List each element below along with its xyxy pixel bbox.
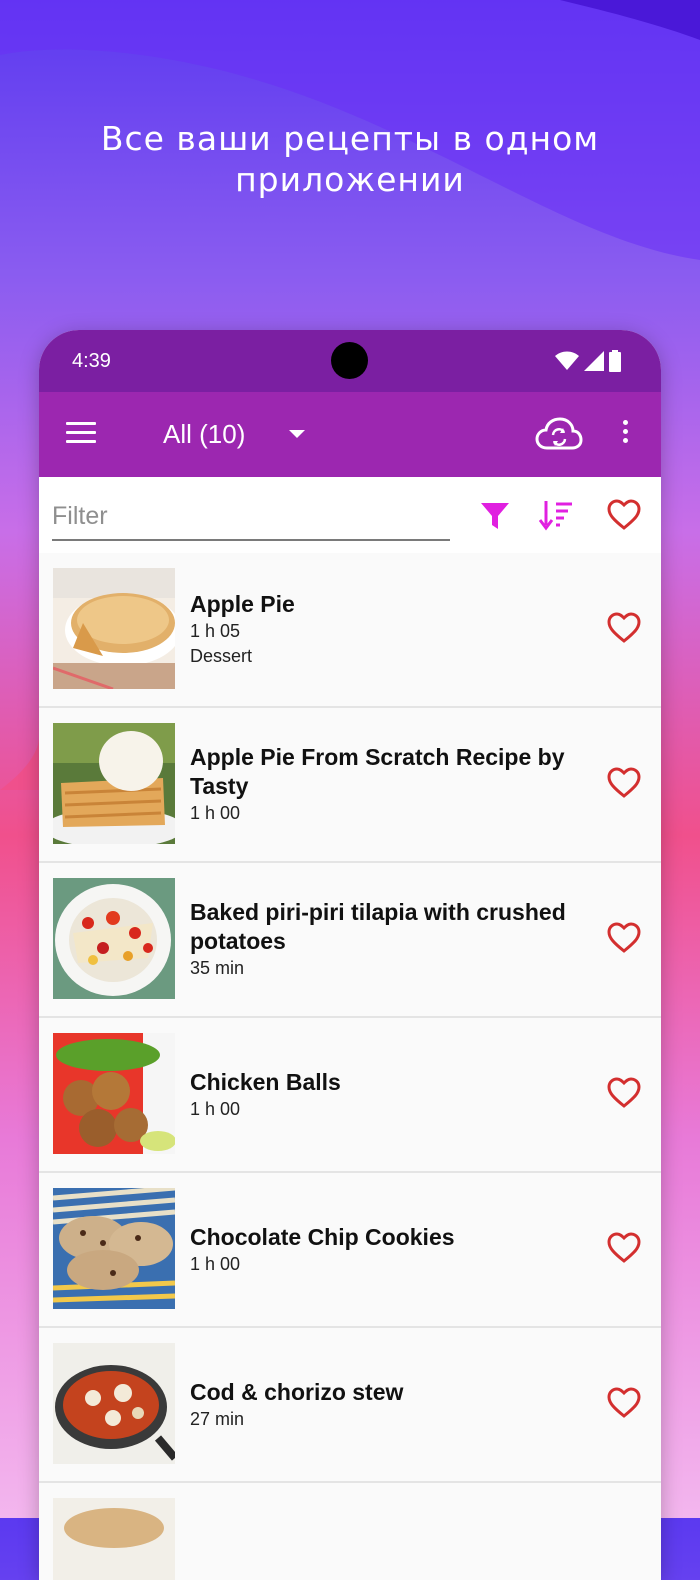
promo-headline: Все ваши рецепты в одном приложении <box>0 118 700 200</box>
recipe-row[interactable]: Chicken Balls 1 h 00 <box>39 1018 661 1173</box>
recipe-list: Apple Pie 1 h 05 Dessert Apple Pie From … <box>39 553 661 1580</box>
cloud-sync-icon[interactable] <box>535 416 583 452</box>
hamburger-menu-icon[interactable] <box>66 422 96 446</box>
recipe-info: Chocolate Chip Cookies 1 h 00 <box>190 1173 590 1326</box>
favorite-heart-icon[interactable] <box>607 1077 641 1109</box>
recipe-category: Dessert <box>190 646 253 666</box>
recipe-title: Apple Pie From Scratch Recipe by Tasty <box>190 744 565 799</box>
recipe-info: Chicken Balls 1 h 00 <box>190 1018 590 1171</box>
recipe-title: Cod & chorizo stew <box>190 1378 404 1405</box>
recipe-time: 1 h 05 <box>190 621 241 641</box>
filter-bar <box>39 477 661 553</box>
recipe-info: Apple Pie 1 h 05 Dessert <box>190 553 590 706</box>
cod-stew-photo <box>53 1343 175 1464</box>
favorite-heart-icon[interactable] <box>607 767 641 799</box>
recipe-time: 1 h 00 <box>190 803 241 823</box>
recipe-info: Apple Pie From Scratch Recipe by Tasty 1… <box>190 708 590 861</box>
recipe-photo-partial <box>53 1498 175 1580</box>
recipe-title: Baked piri-piri tilapia with crushed pot… <box>190 899 566 954</box>
favorite-heart-icon[interactable] <box>607 1387 641 1419</box>
arrow-drop-down-icon <box>289 430 306 438</box>
recipe-time: 1 h 00 <box>190 1098 241 1119</box>
category-label: All (10) <box>163 418 246 449</box>
more-vertical-icon[interactable] <box>621 420 629 450</box>
front-camera <box>331 342 368 379</box>
tilapia-photo <box>53 878 175 999</box>
status-icons <box>555 350 621 372</box>
recipe-time: 1 h 00 <box>190 1253 241 1274</box>
recipe-row[interactable]: Chocolate Chip Cookies 1 h 00 <box>39 1173 661 1328</box>
cellular-signal-icon <box>584 351 604 371</box>
category-dropdown[interactable]: All (10) <box>163 416 306 452</box>
heart-outline-icon[interactable] <box>607 499 641 531</box>
recipe-info: Cod & chorizo stew 27 min <box>190 1328 590 1481</box>
recipe-row[interactable]: Apple Pie From Scratch Recipe by Tasty 1… <box>39 708 661 863</box>
status-bar: 4:39 <box>39 330 661 392</box>
sort-icon[interactable] <box>539 499 573 531</box>
recipe-row-partial[interactable] <box>39 1483 661 1580</box>
apple-pie-ice-cream-photo <box>53 723 175 844</box>
apple-pie-photo <box>53 568 175 689</box>
recipe-title: Apple Pie <box>190 591 295 617</box>
promo-headline-line2: приложении <box>235 160 465 199</box>
recipe-row[interactable]: Apple Pie 1 h 05 Dessert <box>39 553 661 708</box>
recipe-time: 27 min <box>190 1408 245 1429</box>
app-bar: All (10) <box>39 392 661 477</box>
favorite-heart-icon[interactable] <box>607 1232 641 1264</box>
battery-icon <box>609 350 621 372</box>
favorite-heart-icon[interactable] <box>607 922 641 954</box>
recipe-time: 35 min <box>190 958 245 978</box>
funnel-icon[interactable] <box>479 499 511 531</box>
recipe-row[interactable]: Baked piri-piri tilapia with crushed pot… <box>39 863 661 1018</box>
recipe-title: Chicken Balls <box>190 1068 341 1095</box>
status-time: 4:39 <box>72 350 111 372</box>
filter-input[interactable] <box>52 493 450 541</box>
recipe-info: Baked piri-piri tilapia with crushed pot… <box>190 863 590 1016</box>
chicken-balls-photo <box>53 1033 175 1154</box>
favorite-heart-icon[interactable] <box>607 612 641 644</box>
recipe-title: Chocolate Chip Cookies <box>190 1223 455 1250</box>
phone-frame: 4:39 All (10) Filter Apple Pie 1 h 05 De… <box>39 330 661 1580</box>
wifi-icon <box>555 351 579 370</box>
promo-headline-line1: Все ваши рецепты в одном <box>100 119 600 158</box>
recipe-row[interactable]: Cod & chorizo stew 27 min <box>39 1328 661 1483</box>
cookies-photo <box>53 1188 175 1309</box>
